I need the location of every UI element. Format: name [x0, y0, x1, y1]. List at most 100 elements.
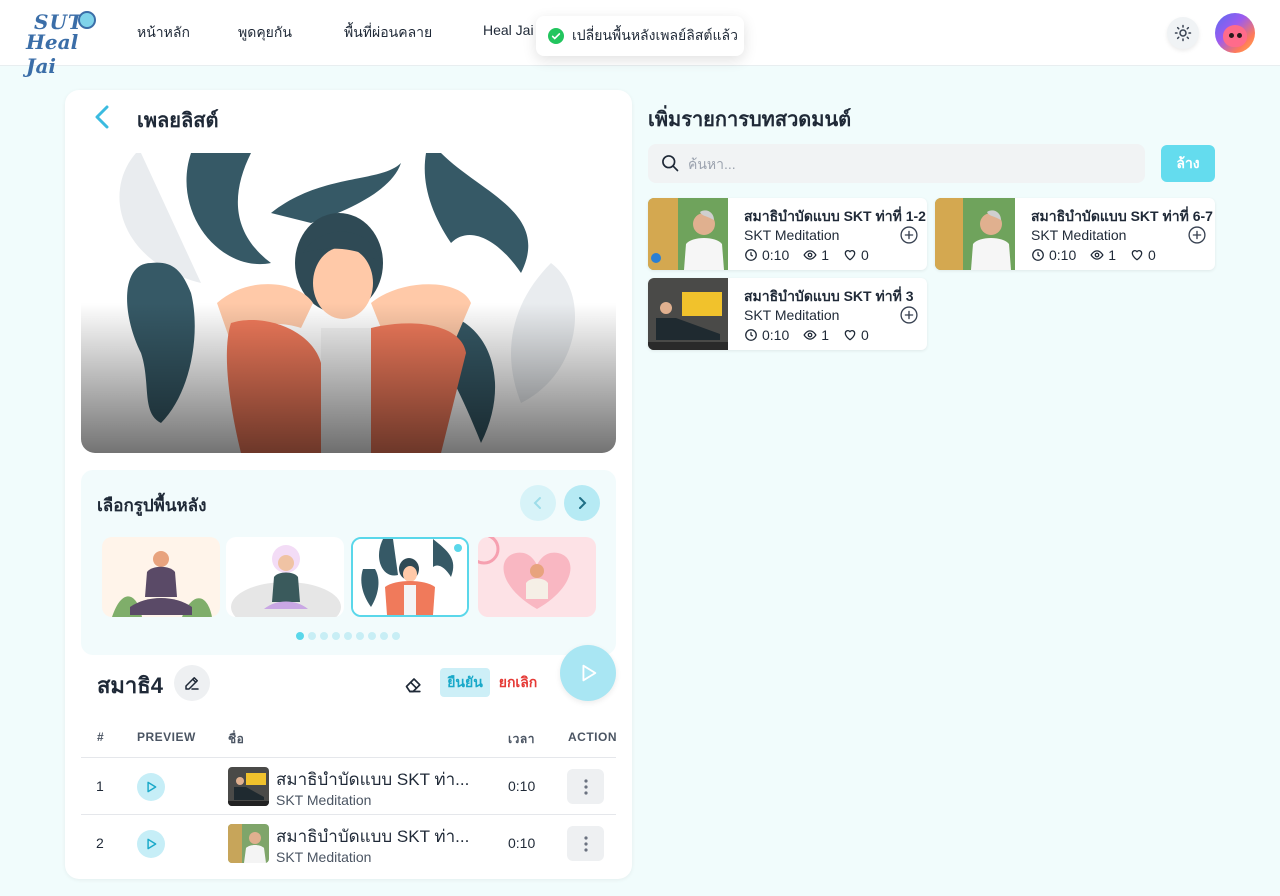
play-icon: [147, 781, 157, 793]
preview-play-button[interactable]: [137, 773, 165, 801]
preview-play-button[interactable]: [137, 830, 165, 858]
video-likes: 0: [861, 327, 869, 343]
video-views: 1: [1108, 247, 1117, 263]
background-thumbnail-selected[interactable]: [351, 537, 469, 617]
playlist-header-title: เพลยลิสต์: [137, 110, 219, 132]
video-likes: 0: [1148, 247, 1156, 263]
video-views: 1: [821, 327, 830, 343]
add-to-playlist-button[interactable]: [899, 305, 919, 329]
pagination-dot[interactable]: [368, 632, 376, 640]
video-views: 1: [821, 247, 830, 263]
track-channel: SKT Meditation: [276, 792, 372, 808]
video-title: สมาธิบำบัดแบบ SKT ท่าที่ 6-7: [1031, 208, 1213, 224]
search-icon: [662, 155, 679, 172]
column-header-duration: เวลา: [508, 732, 535, 746]
pagination-dot[interactable]: [344, 632, 352, 640]
video-card[interactable]: สมาธิบำบัดแบบ SKT ท่าที่ 3 SKT Meditatio…: [648, 278, 927, 350]
track-title: สมาธิบำบัดแบบ SKT ท่า...: [276, 770, 470, 789]
video-likes: 0: [861, 247, 869, 263]
logo-face-icon: [78, 11, 96, 29]
background-thumbnail[interactable]: [478, 537, 596, 617]
search-input[interactable]: [688, 144, 1128, 183]
plus-circle-icon: [900, 306, 918, 324]
plus-circle-icon: [1188, 226, 1206, 244]
video-card[interactable]: สมาธิบำบัดแบบ SKT ท่าที่ 6-7 SKT Meditat…: [935, 198, 1215, 270]
plus-circle-icon: [900, 226, 918, 244]
video-duration: 0:10: [762, 247, 790, 263]
video-duration: 0:10: [762, 327, 790, 343]
playlist-name: สมาธิ4: [97, 673, 163, 698]
chevron-right-icon: [579, 497, 587, 509]
theme-toggle-button[interactable]: [1167, 17, 1199, 49]
user-avatar[interactable]: [1215, 13, 1255, 53]
clear-search-button[interactable]: ล้าง: [1161, 145, 1215, 182]
table-row: 2 สมาธิบำบัดแบบ SKT ท่า... SKT Meditatio…: [81, 815, 616, 872]
clock-icon: [745, 329, 757, 341]
row-number: 2: [96, 835, 104, 851]
app-logo[interactable]: SUT Heal Jai: [24, 8, 100, 78]
video-card[interactable]: สมาธิบำบัดแบบ SKT ท่าที่ 1-2 SKT Meditat…: [648, 198, 927, 270]
track-channel: SKT Meditation: [276, 849, 372, 865]
eye-icon: [803, 330, 817, 340]
pagination-dot[interactable]: [392, 632, 400, 640]
heart-icon: [844, 330, 856, 341]
video-channel: SKT Meditation: [744, 307, 840, 323]
nav-home-link[interactable]: หน้าหลัก: [137, 22, 190, 44]
edit-name-button[interactable]: [174, 665, 210, 701]
row-number: 1: [96, 778, 104, 794]
video-thumbnail: [648, 278, 728, 350]
pagination-dot[interactable]: [320, 632, 328, 640]
pagination-dot[interactable]: [356, 632, 364, 640]
play-icon: [582, 664, 597, 682]
nav-relax-link[interactable]: พื้นที่ผ่อนคลาย: [344, 22, 432, 44]
logo-text-line2: Heal Jai: [26, 30, 79, 78]
heart-icon: [1131, 250, 1143, 261]
play-icon: [147, 838, 157, 850]
cancel-button[interactable]: ยกเลิก: [496, 668, 540, 697]
pagination-dot[interactable]: [332, 632, 340, 640]
background-pagination: [296, 632, 400, 640]
video-title: สมาธิบำบัดแบบ SKT ท่าที่ 3: [744, 288, 914, 304]
add-to-playlist-button[interactable]: [899, 225, 919, 249]
column-header-name: ชื่อ: [228, 732, 245, 746]
check-circle-icon: [548, 28, 564, 44]
table-row: 1 สมาธิบำบัดแบบ SKT ท่า... SKT Meditatio…: [81, 758, 616, 815]
success-toast: เปลี่ยนพื้นหลังเพลย์ลิสต์แล้ว: [536, 16, 744, 56]
track-duration: 0:10: [508, 835, 536, 851]
pagination-dot[interactable]: [308, 632, 316, 640]
pagination-dot[interactable]: [380, 632, 388, 640]
background-next-button[interactable]: [564, 485, 600, 521]
search-field: [648, 144, 1145, 183]
background-thumbnail[interactable]: [226, 537, 344, 617]
chevron-left-icon: [533, 497, 541, 509]
video-thumbnail: [648, 198, 728, 270]
video-thumbnail: [935, 198, 1015, 270]
video-stats: 0:10 1 0: [1031, 247, 1156, 263]
column-header-number: #: [97, 730, 105, 744]
more-vertical-icon: [583, 778, 588, 795]
background-thumbnail[interactable]: [102, 537, 220, 617]
column-header-preview: PREVIEW: [137, 730, 196, 744]
clock-icon: [1032, 249, 1044, 261]
confirm-button[interactable]: ยืนยัน: [440, 668, 490, 697]
back-button[interactable]: [88, 103, 116, 131]
video-channel: SKT Meditation: [744, 227, 840, 243]
nav-healjai-link[interactable]: Heal Jai: [483, 22, 534, 38]
chevron-left-icon: [95, 105, 109, 129]
row-action-menu-button[interactable]: [567, 769, 604, 804]
more-vertical-icon: [583, 835, 588, 852]
nav-chat-link[interactable]: พูดคุยกัน: [238, 22, 292, 44]
video-stats: 0:10 1 0: [744, 247, 869, 263]
eraser-button[interactable]: [402, 672, 426, 696]
play-playlist-button[interactable]: [560, 645, 616, 701]
playlist-cover-image: [81, 153, 616, 453]
heart-icon: [844, 250, 856, 261]
row-action-menu-button[interactable]: [567, 826, 604, 861]
add-to-playlist-button[interactable]: [1187, 225, 1207, 249]
clock-icon: [745, 249, 757, 261]
eraser-icon: [405, 678, 421, 693]
track-thumbnail: [228, 824, 269, 863]
background-prev-button[interactable]: [520, 485, 556, 521]
track-duration: 0:10: [508, 778, 536, 794]
pagination-dot[interactable]: [296, 632, 304, 640]
